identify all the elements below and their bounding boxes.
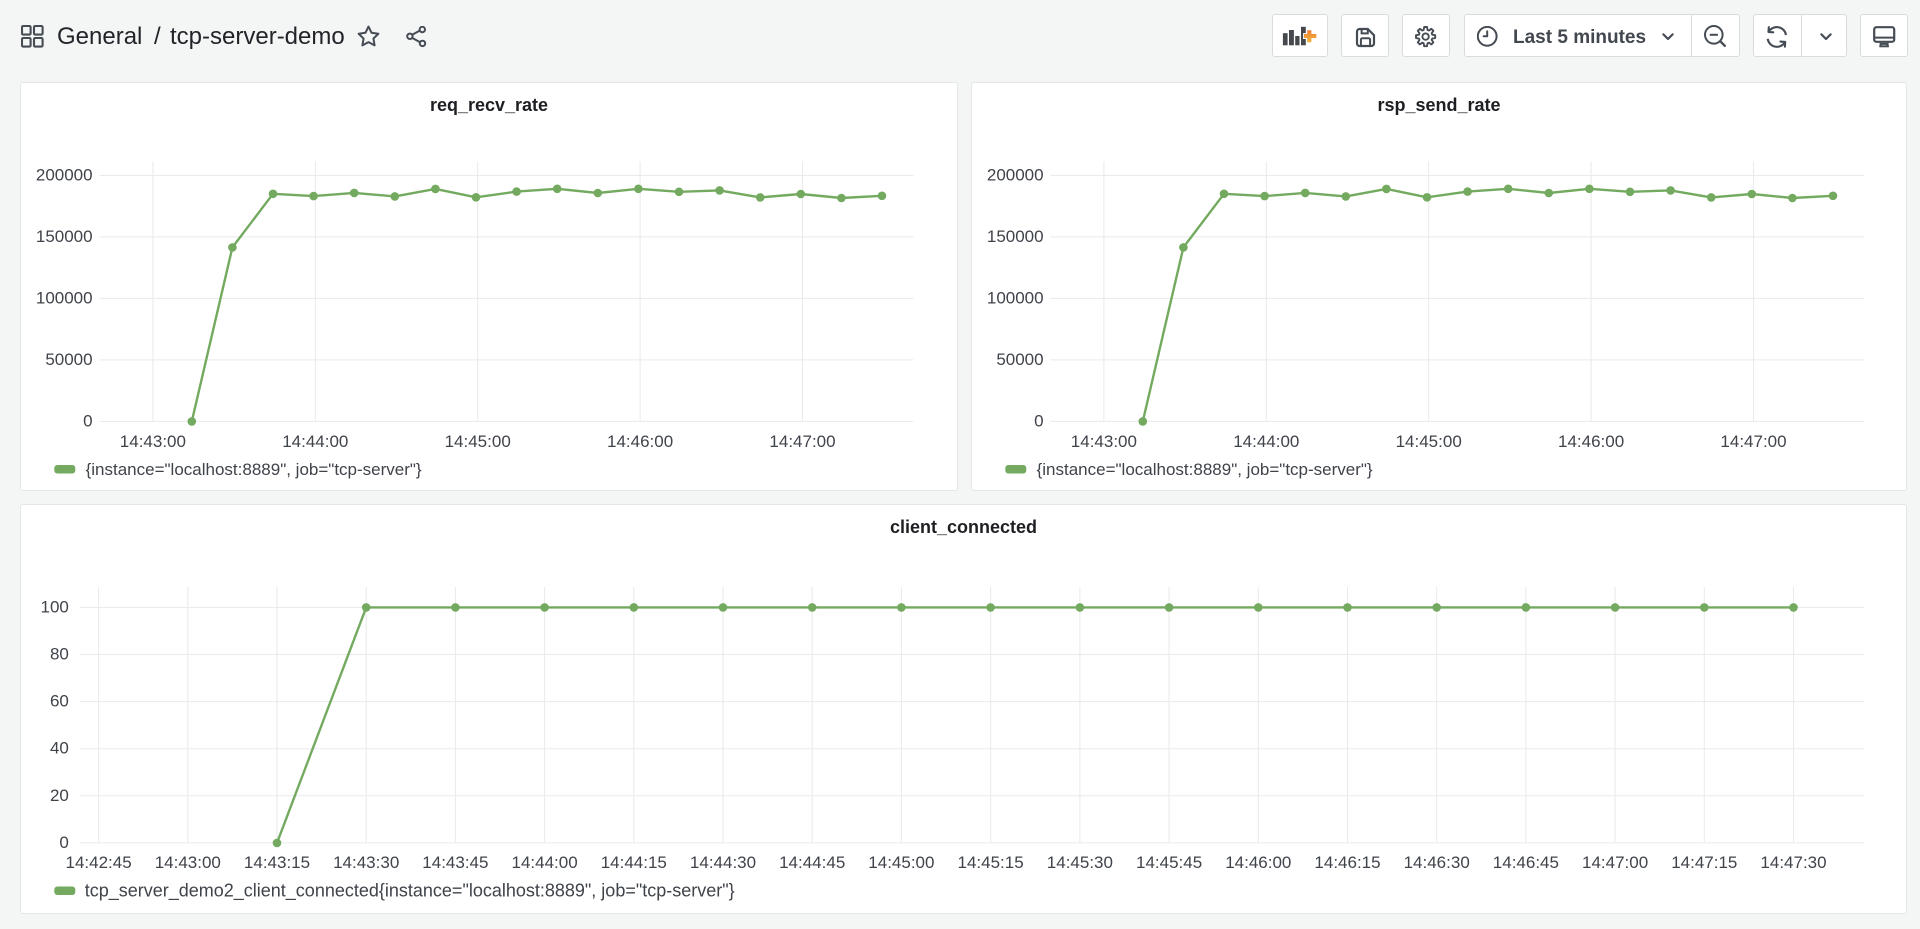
svg-text:0: 0 bbox=[1034, 411, 1043, 430]
svg-text:14:45:00: 14:45:00 bbox=[445, 432, 511, 451]
svg-text:14:45:00: 14:45:00 bbox=[868, 853, 934, 872]
svg-text:14:43:00: 14:43:00 bbox=[155, 853, 221, 872]
svg-text:50000: 50000 bbox=[996, 349, 1043, 368]
svg-text:60: 60 bbox=[50, 692, 69, 711]
svg-text:14:45:00: 14:45:00 bbox=[1396, 432, 1462, 451]
svg-text:14:45:30: 14:45:30 bbox=[1047, 853, 1113, 872]
svg-text:14:47:00: 14:47:00 bbox=[769, 432, 835, 451]
svg-text:{instance="localhost:8889", jo: {instance="localhost:8889", job="tcp-ser… bbox=[86, 459, 422, 478]
svg-text:14:43:15: 14:43:15 bbox=[244, 853, 310, 872]
svg-text:14:44:30: 14:44:30 bbox=[690, 853, 756, 872]
svg-text:14:47:15: 14:47:15 bbox=[1671, 853, 1737, 872]
svg-text:14:43:00: 14:43:00 bbox=[1071, 432, 1137, 451]
svg-text:14:44:00: 14:44:00 bbox=[282, 432, 348, 451]
svg-text:{instance="localhost:8889", jo: {instance="localhost:8889", job="tcp-ser… bbox=[1037, 459, 1373, 478]
svg-text:14:42:45: 14:42:45 bbox=[66, 853, 132, 872]
svg-text:100000: 100000 bbox=[987, 288, 1044, 307]
svg-text:14:43:00: 14:43:00 bbox=[120, 432, 186, 451]
svg-text:14:44:45: 14:44:45 bbox=[779, 853, 845, 872]
svg-text:14:47:00: 14:47:00 bbox=[1720, 432, 1786, 451]
svg-text:14:43:45: 14:43:45 bbox=[422, 853, 488, 872]
svg-text:14:47:00: 14:47:00 bbox=[1582, 853, 1648, 872]
svg-text:0: 0 bbox=[83, 411, 92, 430]
svg-text:14:46:45: 14:46:45 bbox=[1493, 853, 1559, 872]
svg-text:14:46:00: 14:46:00 bbox=[1558, 432, 1624, 451]
svg-text:0: 0 bbox=[59, 833, 68, 852]
svg-text:150000: 150000 bbox=[36, 226, 93, 245]
svg-text:tcp_server_demo2_client_connec: tcp_server_demo2_client_connected{instan… bbox=[85, 880, 735, 901]
svg-text:200000: 200000 bbox=[987, 165, 1044, 184]
svg-text:14:45:45: 14:45:45 bbox=[1136, 853, 1202, 872]
svg-text:14:44:00: 14:44:00 bbox=[1233, 432, 1299, 451]
svg-text:14:46:15: 14:46:15 bbox=[1314, 853, 1380, 872]
svg-text:14:46:00: 14:46:00 bbox=[607, 432, 673, 451]
svg-text:200000: 200000 bbox=[36, 165, 93, 184]
svg-text:100000: 100000 bbox=[36, 288, 93, 307]
svg-text:80: 80 bbox=[50, 645, 69, 664]
svg-text:50000: 50000 bbox=[45, 349, 92, 368]
svg-text:14:44:15: 14:44:15 bbox=[601, 853, 667, 872]
svg-text:14:43:30: 14:43:30 bbox=[333, 853, 399, 872]
svg-text:150000: 150000 bbox=[987, 226, 1044, 245]
svg-text:14:44:00: 14:44:00 bbox=[512, 853, 578, 872]
svg-text:14:46:30: 14:46:30 bbox=[1404, 853, 1470, 872]
svg-text:14:47:30: 14:47:30 bbox=[1760, 853, 1826, 872]
svg-text:40: 40 bbox=[50, 739, 69, 758]
svg-text:14:46:00: 14:46:00 bbox=[1225, 853, 1291, 872]
svg-text:14:45:15: 14:45:15 bbox=[958, 853, 1024, 872]
svg-text:20: 20 bbox=[50, 786, 69, 805]
svg-text:100: 100 bbox=[41, 597, 69, 616]
